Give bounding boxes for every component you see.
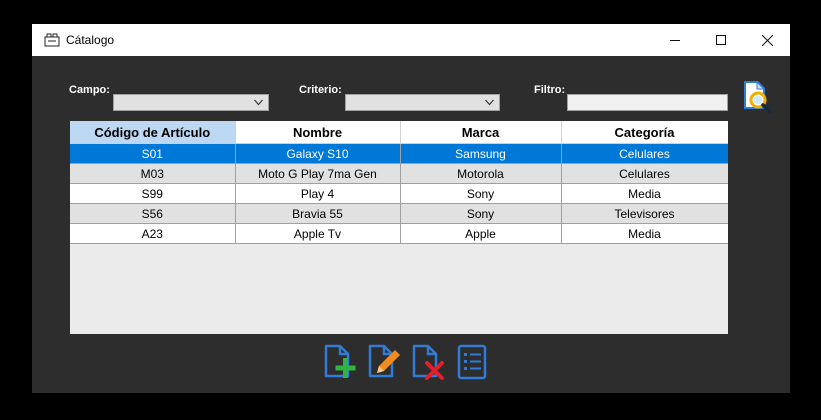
add-document-icon [324,344,356,378]
minimize-button[interactable] [652,24,698,56]
filtro-label: Filtro: [534,84,566,96]
cell-codigo[interactable]: A23 [70,223,236,244]
campo-label: Campo: [69,84,110,96]
cell-codigo[interactable]: S01 [70,143,236,164]
column-header-marca[interactable]: Marca [400,121,562,144]
column-header-nombre[interactable]: Nombre [235,121,401,144]
title-bar: Cátalogo [32,24,790,56]
maximize-icon [716,35,726,45]
cell-marca[interactable]: Sony [400,203,562,224]
close-icon [761,34,773,46]
cell-marca[interactable]: Apple [400,223,562,244]
cell-marca[interactable]: Samsung [400,143,562,164]
chevron-down-icon [254,99,263,106]
chevron-down-icon [485,99,494,106]
catalog-window: Cátalogo Campo: Criterio: Filtro: Código… [32,24,790,393]
window-title: Cátalogo [66,33,115,47]
criterio-label: Criterio: [299,84,342,96]
cell-nombre[interactable]: Bravia 55 [235,203,401,224]
cell-categoria[interactable]: Celulares [561,143,728,164]
edit-button[interactable] [367,343,403,381]
column-header-codigo[interactable]: Código de Artículo [70,121,236,144]
filtro-input[interactable] [567,94,728,111]
list-icon [457,344,487,380]
cell-categoria[interactable]: Media [561,183,728,204]
cell-categoria[interactable]: Televisores [561,203,728,224]
criterio-combobox[interactable] [345,94,500,111]
close-button[interactable] [744,24,790,56]
table-row[interactable]: S56 Bravia 55 Sony Televisores [70,203,728,224]
table-row[interactable]: M03 Moto G Play 7ma Gen Motorola Celular… [70,163,728,184]
grid-header-row: Código de Artículo Nombre Marca Categorí… [70,121,728,144]
cell-marca[interactable]: Sony [400,183,562,204]
maximize-button[interactable] [698,24,744,56]
column-header-categoria[interactable]: Categoría [561,121,728,144]
table-row[interactable]: S99 Play 4 Sony Media [70,183,728,204]
cell-nombre[interactable]: Moto G Play 7ma Gen [235,163,401,184]
search-document-icon [744,81,772,114]
search-button[interactable] [738,79,774,115]
cell-codigo[interactable]: S99 [70,183,236,204]
cell-codigo[interactable]: S56 [70,203,236,224]
cell-nombre[interactable]: Play 4 [235,183,401,204]
campo-combobox[interactable] [113,94,269,111]
edit-document-icon [368,344,400,378]
catalog-icon [44,33,60,47]
cell-nombre[interactable]: Galaxy S10 [235,143,401,164]
cell-categoria[interactable]: Media [561,223,728,244]
delete-button[interactable] [411,343,447,381]
cell-codigo[interactable]: M03 [70,163,236,184]
articles-grid[interactable]: Código de Artículo Nombre Marca Categorí… [70,121,728,334]
minimize-icon [670,40,680,41]
cell-marca[interactable]: Motorola [400,163,562,184]
list-button[interactable] [455,343,491,381]
table-row[interactable]: S01 Galaxy S10 Samsung Celulares [70,143,728,164]
table-row[interactable]: A23 Apple Tv Apple Media [70,223,728,244]
cell-nombre[interactable]: Apple Tv [235,223,401,244]
add-button[interactable] [323,343,359,381]
cell-categoria[interactable]: Celulares [561,163,728,184]
delete-document-icon [412,344,444,380]
